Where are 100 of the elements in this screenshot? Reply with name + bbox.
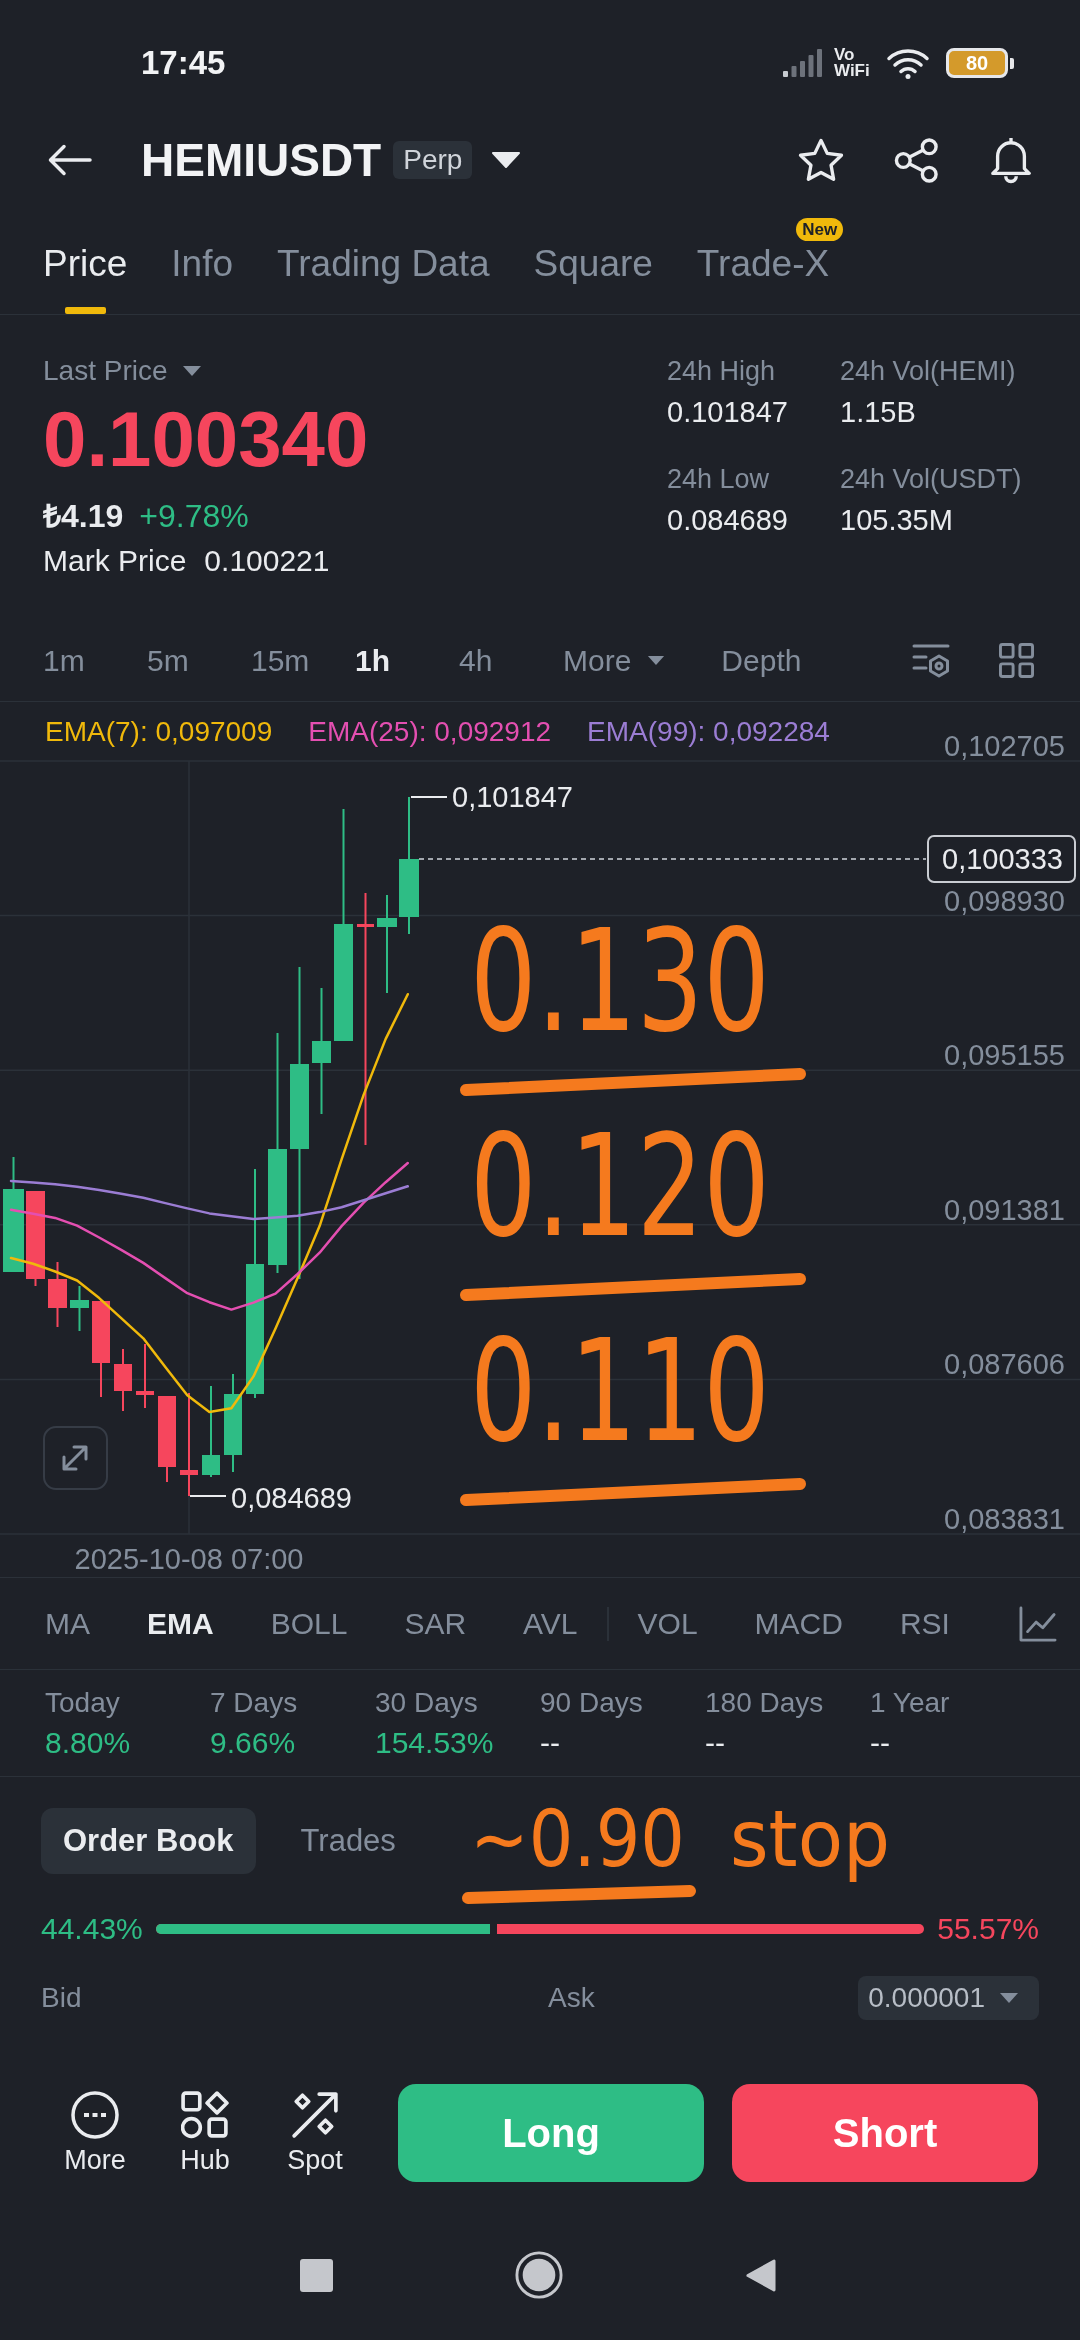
grid-icon[interactable] xyxy=(999,643,1034,678)
local-currency-price: ₺4.19 xyxy=(43,497,124,535)
ema-legend: EMA(99): 0,092284 xyxy=(587,715,830,747)
handwritten-note: 0.130 xyxy=(470,900,871,1063)
indicator-tab[interactable]: SAR xyxy=(404,1605,467,1642)
share-icon[interactable] xyxy=(894,137,939,183)
current-price-tag: 0,100333 xyxy=(927,835,1076,883)
toolbar-button[interactable]: More xyxy=(55,2090,135,2176)
caret-icon[interactable] xyxy=(492,152,521,168)
stat-label: 24h Vol(HEMI) xyxy=(840,355,1016,388)
period-return: -- xyxy=(705,1725,725,1761)
interval-tab[interactable]: Depth xyxy=(721,642,802,679)
period-return: -- xyxy=(870,1725,890,1761)
notification-bell-icon[interactable] xyxy=(989,136,1033,184)
wifi-icon xyxy=(886,47,930,79)
home-nav-icon[interactable] xyxy=(515,2251,563,2299)
indicator-tab[interactable]: EMA xyxy=(147,1605,214,1642)
stat-label: 24h High xyxy=(667,355,776,388)
mark-price-value: 0.100221 xyxy=(204,543,330,579)
period-return: 8.80% xyxy=(45,1725,131,1761)
candle xyxy=(114,1348,132,1412)
stat-value: 1.15B xyxy=(840,395,916,430)
indicator-tab[interactable]: AVL xyxy=(523,1605,578,1642)
bid-column-header: Bid xyxy=(41,1982,82,2014)
handwritten-note: 0.110 xyxy=(470,1310,871,1473)
ema-legend: EMA(25): 0,092912 xyxy=(308,715,552,747)
low-price-label: 0,084689 xyxy=(231,1482,352,1514)
symbol-title: HEMIUSDT xyxy=(141,133,382,187)
toolbar-button[interactable]: Spot xyxy=(275,2090,355,2176)
short-button[interactable]: Short xyxy=(732,2084,1038,2182)
period-return: 154.53% xyxy=(375,1725,494,1761)
back-icon[interactable] xyxy=(48,144,92,176)
price-axis-label: 0,083831 xyxy=(944,1503,1065,1535)
battery-indicator: 80 xyxy=(946,48,1014,78)
price-axis-label: 0,087606 xyxy=(944,1348,1065,1381)
caret-icon xyxy=(181,365,202,377)
recents-nav-icon[interactable] xyxy=(300,2258,333,2292)
price-change: +9.78% xyxy=(139,497,249,535)
stat-value: 105.35M xyxy=(840,503,953,538)
interval-tab[interactable]: 5m xyxy=(147,642,189,679)
expand-icon[interactable] xyxy=(43,1426,108,1490)
ema-legend: EMA(7): 0,097009 xyxy=(45,715,273,747)
diagonal-arrow-icon xyxy=(291,2090,339,2139)
period-label: 30 Days xyxy=(375,1686,478,1720)
order-book-tab[interactable]: Trades xyxy=(278,1808,418,1874)
leader-line xyxy=(189,1495,227,1497)
tab[interactable]: Price xyxy=(43,242,128,314)
candle xyxy=(70,1285,89,1332)
leader-line xyxy=(410,796,448,798)
price-axis-label: 0,102705 xyxy=(944,730,1065,762)
signal-icon xyxy=(783,49,822,77)
interval-tab[interactable]: 1h xyxy=(355,642,390,679)
handwritten-note: 0.120 xyxy=(470,1105,871,1268)
star-icon[interactable] xyxy=(798,138,844,182)
indicator-tab[interactable]: BOLL xyxy=(270,1605,348,1642)
tick-size-dropdown[interactable]: 0.000001 xyxy=(858,1976,1039,2020)
wifi-calling-label: Vo WiFi xyxy=(834,47,871,79)
order-book-tab[interactable]: Order Book xyxy=(41,1808,256,1874)
price-axis-label: 0,095155 xyxy=(944,1039,1065,1072)
interval-tab[interactable]: More xyxy=(563,642,666,679)
time-axis-label: 2025-10-08 07:00 xyxy=(74,1543,304,1575)
tab[interactable]: Trade-X xyxy=(696,242,830,314)
caret-icon xyxy=(647,655,666,666)
indicator-tab[interactable]: VOL xyxy=(637,1605,698,1642)
stat-label: 24h Low xyxy=(667,463,770,496)
handwritten-note: ~0.90 xyxy=(470,1794,709,1884)
ask-column-header: Ask xyxy=(548,1982,595,2014)
indicator-tab[interactable]: MACD xyxy=(754,1605,843,1642)
period-label: 7 Days xyxy=(210,1686,298,1720)
ask-percentage: 55.57% xyxy=(937,1912,1039,1946)
tab[interactable]: Trading Data xyxy=(277,242,490,314)
tab[interactable]: Info xyxy=(171,242,234,314)
stat-value: 0.084689 xyxy=(667,503,788,538)
line-chart-icon[interactable] xyxy=(1019,1605,1057,1642)
new-badge: New xyxy=(796,218,844,241)
period-label: 180 Days xyxy=(705,1686,824,1720)
candle xyxy=(48,1261,67,1328)
price-type-selector[interactable]: Last Price xyxy=(43,354,202,388)
period-label: 1 Year xyxy=(870,1686,950,1720)
indicator-tab[interactable]: RSI xyxy=(899,1605,950,1642)
stat-value: 0.101847 xyxy=(667,395,788,430)
last-price: 0.100340 xyxy=(43,399,369,479)
period-label: 90 Days xyxy=(540,1686,643,1720)
tab[interactable]: Square xyxy=(533,242,653,314)
toolbar-button[interactable]: Hub xyxy=(165,2090,245,2176)
period-return: -- xyxy=(540,1725,560,1761)
shapes-icon xyxy=(181,2090,229,2139)
indicator-tab[interactable]: MA xyxy=(45,1605,90,1642)
candle xyxy=(136,1343,154,1409)
interval-tab[interactable]: 15m xyxy=(251,642,310,679)
price-axis-label: 0,098930 xyxy=(944,884,1065,917)
period-label: Today xyxy=(45,1686,120,1720)
chart-settings-icon[interactable] xyxy=(912,643,950,678)
interval-tab[interactable]: 4h xyxy=(459,642,493,679)
bid-percentage: 44.43% xyxy=(41,1912,143,1946)
interval-tab[interactable]: 1m xyxy=(43,642,85,679)
back-nav-icon[interactable] xyxy=(745,2257,776,2293)
mark-price-label: Mark Price xyxy=(43,543,187,579)
handwritten-note: stop xyxy=(730,1794,899,1884)
status-time: 17:45 xyxy=(141,44,226,82)
